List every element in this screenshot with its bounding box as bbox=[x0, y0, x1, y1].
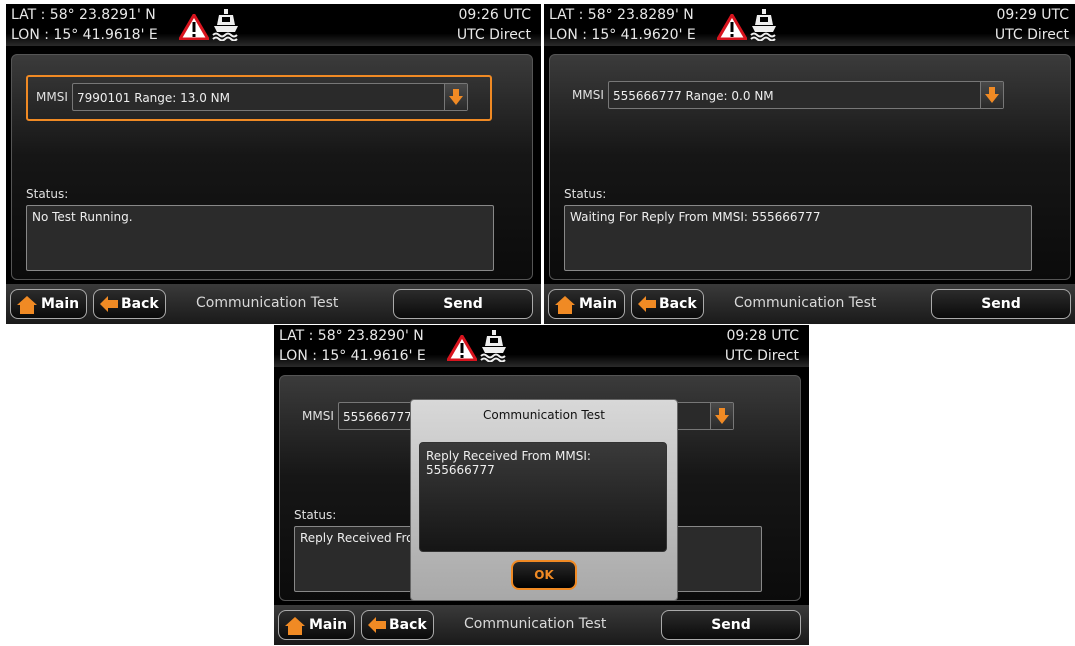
content-panel: MMSI 7990101 Range: 13.0 NM Status: No T… bbox=[11, 54, 533, 280]
back-button-label: Back bbox=[389, 617, 427, 633]
back-button-label: Back bbox=[121, 296, 159, 312]
reply-dialog: Communication Test Reply Received From M… bbox=[410, 399, 678, 601]
utc-time: 09:29 UTC bbox=[996, 7, 1069, 23]
screen-communication-test-waiting: LAT : 58° 23.8289' N LON : 15° 41.9620' … bbox=[544, 4, 1075, 324]
send-button-label: Send bbox=[981, 296, 1021, 312]
status-text: Waiting For Reply From MMSI: 555666777 bbox=[570, 210, 821, 224]
home-icon bbox=[17, 296, 37, 314]
ship-icon bbox=[750, 9, 776, 41]
mmsi-dropdown[interactable]: 7990101 Range: 13.0 NM bbox=[72, 83, 468, 111]
dialog-message: Reply Received From MMSI: 555666777 bbox=[426, 449, 591, 477]
warning-triangle-icon[interactable] bbox=[447, 335, 477, 361]
mmsi-label: MMSI bbox=[572, 88, 604, 102]
back-button[interactable]: Back bbox=[631, 289, 704, 319]
status-text: No Test Running. bbox=[32, 210, 133, 224]
back-arrow-icon bbox=[368, 617, 386, 633]
send-button[interactable]: Send bbox=[393, 289, 533, 319]
main-button-label: Main bbox=[579, 296, 618, 312]
bottom-toolbar: Main Back Communication Test Send bbox=[6, 284, 541, 324]
back-button-label: Back bbox=[659, 296, 697, 312]
main-button[interactable]: Main bbox=[548, 289, 625, 319]
screen-title: Communication Test bbox=[464, 616, 607, 632]
mmsi-dropdown[interactable]: 555666777 Range: 0.0 NM bbox=[608, 81, 1004, 109]
status-label: Status: bbox=[564, 187, 607, 201]
dropdown-arrow-icon bbox=[985, 87, 999, 103]
home-icon bbox=[555, 296, 575, 314]
time-mode: UTC Direct bbox=[724, 348, 799, 364]
status-label: Status: bbox=[294, 508, 337, 522]
mmsi-label: MMSI bbox=[36, 90, 68, 104]
send-button-label: Send bbox=[443, 296, 483, 312]
status-bar: LAT : 58° 23.8290' N LON : 15° 41.9616' … bbox=[274, 325, 809, 367]
mmsi-value: 555666777 Range: 0.0 NM bbox=[613, 89, 774, 103]
latitude-readout: LAT : 58° 23.8290' N bbox=[279, 328, 424, 344]
back-button[interactable]: Back bbox=[93, 289, 166, 319]
ok-button[interactable]: OK bbox=[511, 560, 577, 590]
dropdown-arrow-icon bbox=[449, 89, 463, 105]
dropdown-button[interactable] bbox=[710, 403, 733, 429]
dropdown-arrow-icon bbox=[715, 408, 729, 424]
mmsi-label: MMSI bbox=[302, 409, 334, 423]
status-bar: LAT : 58° 23.8291' N LON : 15° 41.9618' … bbox=[6, 4, 541, 46]
main-button[interactable]: Main bbox=[278, 610, 355, 640]
mmsi-value: 7990101 Range: 13.0 NM bbox=[77, 91, 231, 105]
bottom-toolbar: Main Back Communication Test Send bbox=[544, 284, 1075, 324]
status-label: Status: bbox=[26, 187, 69, 201]
home-icon bbox=[285, 617, 305, 635]
main-button-label: Main bbox=[309, 617, 348, 633]
longitude-readout: LON : 15° 41.9618' E bbox=[11, 27, 158, 43]
dropdown-button[interactable] bbox=[444, 84, 467, 110]
main-button-label: Main bbox=[41, 296, 80, 312]
back-arrow-icon bbox=[100, 296, 118, 312]
warning-triangle-icon[interactable] bbox=[179, 14, 209, 40]
dialog-title: Communication Test bbox=[482, 408, 606, 422]
send-button-label: Send bbox=[711, 617, 751, 633]
status-box: Waiting For Reply From MMSI: 555666777 bbox=[564, 205, 1032, 271]
content-panel: MMSI 555666777 Range: 0.0 NM Status: Wai… bbox=[549, 54, 1071, 280]
mmsi-value: 555666777 bbox=[343, 410, 412, 424]
send-button[interactable]: Send bbox=[931, 289, 1071, 319]
status-text: Reply Received Fro bbox=[300, 531, 414, 545]
warning-triangle-icon[interactable] bbox=[717, 14, 747, 40]
ship-icon bbox=[212, 9, 238, 41]
screen-title: Communication Test bbox=[734, 295, 877, 311]
status-box: No Test Running. bbox=[26, 205, 494, 271]
screen-communication-test-reply: LAT : 58° 23.8290' N LON : 15° 41.9616' … bbox=[274, 325, 809, 645]
mmsi-selector[interactable]: MMSI 7990101 Range: 13.0 NM bbox=[26, 75, 492, 121]
utc-time: 09:26 UTC bbox=[458, 7, 531, 23]
status-bar: LAT : 58° 23.8289' N LON : 15° 41.9620' … bbox=[544, 4, 1075, 46]
latitude-readout: LAT : 58° 23.8291' N bbox=[11, 7, 156, 23]
longitude-readout: LON : 15° 41.9620' E bbox=[549, 27, 696, 43]
latitude-readout: LAT : 58° 23.8289' N bbox=[549, 7, 694, 23]
send-button[interactable]: Send bbox=[661, 610, 801, 640]
ship-icon bbox=[480, 330, 506, 362]
back-arrow-icon bbox=[638, 296, 656, 312]
bottom-toolbar: Main Back Communication Test Send bbox=[274, 605, 809, 645]
back-button[interactable]: Back bbox=[361, 610, 434, 640]
dialog-message-box: Reply Received From MMSI: 555666777 bbox=[419, 442, 667, 552]
longitude-readout: LON : 15° 41.9616' E bbox=[279, 348, 426, 364]
main-button[interactable]: Main bbox=[10, 289, 87, 319]
time-mode: UTC Direct bbox=[456, 27, 531, 43]
utc-time: 09:28 UTC bbox=[726, 328, 799, 344]
dropdown-button[interactable] bbox=[980, 82, 1003, 108]
time-mode: UTC Direct bbox=[994, 27, 1069, 43]
screen-title: Communication Test bbox=[196, 295, 339, 311]
screen-communication-test-idle: LAT : 58° 23.8291' N LON : 15° 41.9618' … bbox=[6, 4, 541, 324]
mmsi-selector[interactable]: MMSI 555666777 Range: 0.0 NM bbox=[564, 75, 1026, 117]
